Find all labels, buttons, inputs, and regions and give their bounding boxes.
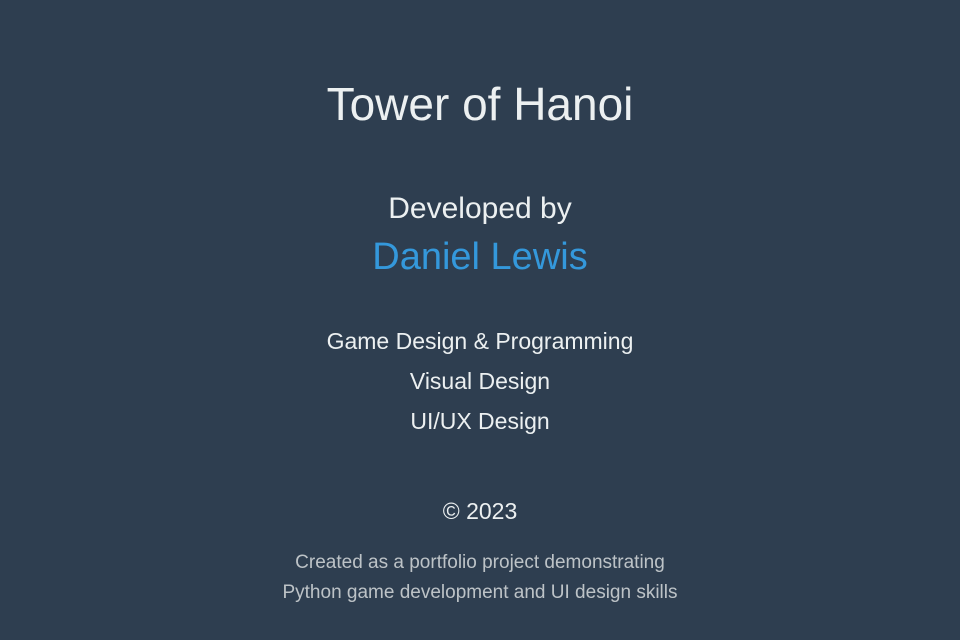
copyright-notice: © 2023: [442, 498, 518, 524]
credits-screen: Tower of Hanoi Developed by Daniel Lewis…: [0, 0, 960, 640]
role-game-design-programming: Game Design & Programming: [326, 328, 634, 354]
role-ui-ux-design: UI/UX Design: [410, 408, 550, 434]
developed-by-label: Developed by: [388, 192, 572, 225]
role-visual-design: Visual Design: [409, 368, 551, 394]
description-line-1: Created as a portfolio project demonstra…: [295, 552, 665, 573]
developer-name: Daniel Lewis: [372, 236, 588, 278]
description-line-2: Python game development and UI design sk…: [282, 582, 678, 603]
game-title: Tower of Hanoi: [326, 78, 634, 130]
